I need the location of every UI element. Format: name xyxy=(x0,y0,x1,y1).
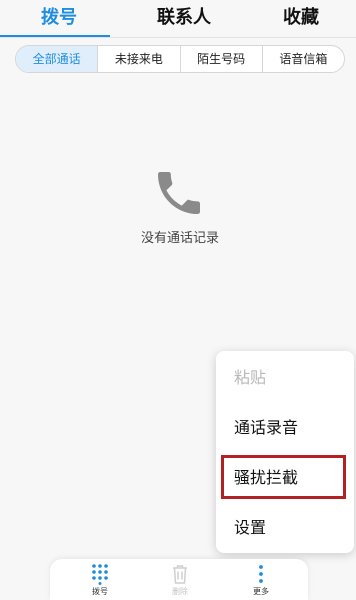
filter-voicemail[interactable]: 语音信箱 xyxy=(261,46,344,72)
filter-all-calls[interactable]: 全部通话 xyxy=(16,46,98,72)
menu-item-settings[interactable]: 设置 xyxy=(216,503,354,553)
tab-contacts[interactable]: 联系人 xyxy=(143,3,225,33)
highlight-box xyxy=(221,455,346,499)
delete-label: 删除 xyxy=(172,587,188,596)
tab-favorites[interactable]: 收藏 xyxy=(272,3,330,33)
menu-item-call-recording[interactable]: 通话录音 xyxy=(216,403,354,453)
dialpad-icon xyxy=(92,564,108,585)
call-filter-segmented-control: 全部通话 未接来电 陌生号码 语音信箱 xyxy=(15,45,345,73)
more-label: 更多 xyxy=(253,587,269,596)
tab-divider xyxy=(0,37,356,38)
overflow-menu: 粘贴 通话录音 骚扰拦截 设置 xyxy=(216,351,354,553)
filter-unknown-numbers[interactable]: 陌生号码 xyxy=(179,46,262,72)
delete-button[interactable]: 删除 xyxy=(155,563,205,599)
top-tab-bar: 拨号 联系人 收藏 xyxy=(0,0,356,38)
phone-icon xyxy=(158,172,200,214)
bottom-action-bar: 拨号 删除 更多 xyxy=(50,559,308,600)
menu-item-paste: 粘贴 xyxy=(234,368,267,387)
more-button[interactable]: 更多 xyxy=(236,563,286,599)
trash-icon xyxy=(173,565,187,584)
tab-dial[interactable]: 拨号 xyxy=(30,3,88,33)
filter-missed-calls[interactable]: 未接来电 xyxy=(97,46,179,72)
more-vertical-icon xyxy=(259,565,263,583)
dialpad-label: 拨号 xyxy=(92,587,108,596)
dialpad-button[interactable]: 拨号 xyxy=(75,563,125,599)
empty-state-message: 没有通话记录 xyxy=(140,231,219,246)
